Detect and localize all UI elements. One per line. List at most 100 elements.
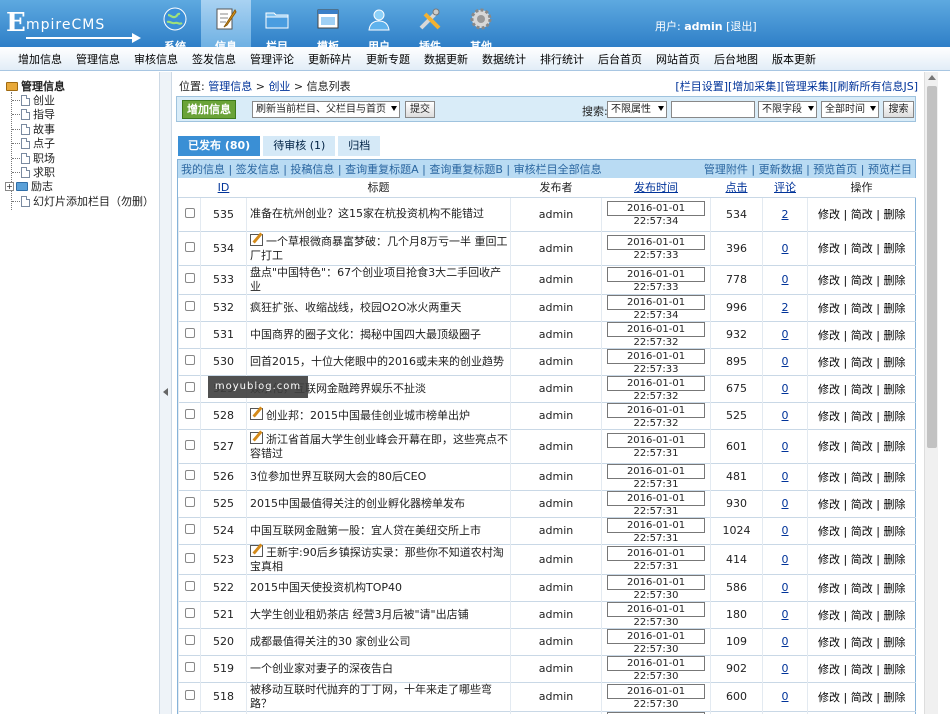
links-right-1[interactable]: 更新数据 <box>759 163 803 176</box>
simple-edit-link[interactable]: 简改 <box>851 356 873 369</box>
simple-edit-link[interactable]: 简改 <box>851 609 873 622</box>
row-comments-link[interactable]: 0 <box>782 524 789 537</box>
row-comments-link[interactable]: 0 <box>782 440 789 453</box>
row-checkbox[interactable] <box>184 241 195 252</box>
sidebar-splitter[interactable] <box>160 72 172 714</box>
row-title-link[interactable]: 一个创业家对妻子的深夜告白 <box>250 662 393 675</box>
topnav-item-1[interactable]: 信息 <box>201 0 251 53</box>
links-left-1[interactable]: 签发信息 <box>236 163 280 176</box>
tree-item-6[interactable]: + 励志 <box>5 178 53 194</box>
topnav-item-6[interactable]: 其他 <box>456 0 506 53</box>
row-comments-link[interactable]: 2 <box>782 208 789 221</box>
topnav-item-4[interactable]: 用户 <box>354 0 404 53</box>
manage-collect-link[interactable]: [管理采集] <box>781 80 834 93</box>
crumb-category[interactable]: 创业 <box>268 80 290 93</box>
menu-item-0[interactable]: 增加信息 <box>18 51 62 67</box>
expand-plus-icon[interactable]: + <box>5 181 14 191</box>
submit-button[interactable]: 提交 <box>405 101 435 118</box>
row-title-link[interactable]: 创业邦：2015中国最佳创业城市榜单出炉 <box>266 409 470 422</box>
row-comments-link[interactable]: 0 <box>782 328 789 341</box>
row-time-field[interactable]: 2016-01-01 22:57:30 <box>607 628 705 655</box>
row-title-link[interactable]: 一个草根微商暴富梦破：几个月8万亏一半 重回工厂打工 <box>250 235 508 262</box>
time-select[interactable]: 全部时间 <box>821 101 879 118</box>
clicks-column-header[interactable]: 点击 <box>710 178 763 198</box>
column-settings-link[interactable]: [栏目设置] <box>675 80 728 93</box>
simple-edit-link[interactable]: 简改 <box>851 691 873 704</box>
row-comments-link[interactable]: 0 <box>782 608 789 621</box>
row-time-field[interactable]: 2016-01-01 22:57:32 <box>607 402 705 429</box>
links-right-2[interactable]: 预览首页 <box>813 163 857 176</box>
row-time-field[interactable]: 2016-01-01 22:57:30 <box>607 574 705 601</box>
row-comments-link[interactable]: 0 <box>782 409 789 422</box>
links-right-3[interactable]: 预览栏目 <box>868 163 912 176</box>
delete-link[interactable]: 删除 <box>883 582 905 595</box>
scroll-thumb[interactable] <box>927 86 937 448</box>
menu-item-13[interactable]: 版本更新 <box>772 51 816 67</box>
delete-link[interactable]: 删除 <box>883 329 905 342</box>
row-comments-link[interactable]: 0 <box>782 273 789 286</box>
tree-item-3[interactable]: 点子 <box>12 135 55 151</box>
tab-2[interactable]: 归档 <box>338 136 381 156</box>
links-left-0[interactable]: 我的信息 <box>181 163 225 176</box>
delete-link[interactable]: 删除 <box>883 440 905 453</box>
edit-link[interactable]: 修改 <box>818 383 840 396</box>
row-time-field[interactable]: 2016-01-01 22:57:32 <box>607 375 705 402</box>
menu-item-1[interactable]: 管理信息 <box>76 51 120 67</box>
row-checkbox[interactable] <box>184 207 195 218</box>
row-time-field[interactable]: 2016-01-01 22:57:30 <box>607 683 705 710</box>
refresh-js-link[interactable]: [刷新所有信息JS] <box>833 80 918 93</box>
tab-0[interactable]: 已发布 (80) <box>178 136 261 156</box>
row-time-field[interactable]: 2016-01-01 22:57:31 <box>607 517 705 544</box>
row-title-link[interactable]: 疯狂扩张、收缩战线，校园O2O冰火两重天 <box>250 301 461 314</box>
edit-link[interactable]: 修改 <box>818 525 840 538</box>
links-right-0[interactable]: 管理附件 <box>704 163 748 176</box>
delete-link[interactable]: 删除 <box>883 498 905 511</box>
edit-link[interactable]: 修改 <box>818 636 840 649</box>
delete-link[interactable]: 删除 <box>883 525 905 538</box>
edit-link[interactable]: 修改 <box>818 329 840 342</box>
links-left-4[interactable]: 查询重复标题B <box>429 163 503 176</box>
row-comments-link[interactable]: 0 <box>782 690 789 703</box>
vertical-scrollbar[interactable] <box>924 72 938 714</box>
row-title-link[interactable]: 王新宇:90后乡镇探访实录：那些你不知道农村淘宝真相 <box>250 546 504 573</box>
id-column-header[interactable]: ID <box>200 178 247 198</box>
delete-link[interactable]: 删除 <box>883 356 905 369</box>
delete-link[interactable]: 删除 <box>883 663 905 676</box>
links-left-2[interactable]: 投稿信息 <box>290 163 334 176</box>
edit-link[interactable]: 修改 <box>818 471 840 484</box>
edit-link[interactable]: 修改 <box>818 609 840 622</box>
row-checkbox[interactable] <box>184 382 195 392</box>
row-time-field[interactable]: 2016-01-01 22:57:31 <box>607 546 705 572</box>
simple-edit-link[interactable]: 简改 <box>851 498 873 511</box>
row-title-link[interactable]: 盘点"中国特色"：67个创业项目抢食3大二手回收产业 <box>250 266 501 293</box>
simple-edit-link[interactable]: 简改 <box>851 329 873 342</box>
row-comments-link[interactable]: 0 <box>782 470 789 483</box>
edit-link[interactable]: 修改 <box>818 242 840 255</box>
simple-edit-link[interactable]: 简改 <box>851 663 873 676</box>
row-comments-link[interactable]: 0 <box>782 581 789 594</box>
row-comments-link[interactable]: 2 <box>782 301 789 314</box>
edit-link[interactable]: 修改 <box>818 208 840 221</box>
row-time-field[interactable]: 2016-01-01 22:57:33 <box>607 235 705 261</box>
add-collect-link[interactable]: [增加采集] <box>728 80 781 93</box>
row-title-link[interactable]: 大学生创业租奶茶店 经营3月后被"请"出店铺 <box>250 608 469 621</box>
edit-link[interactable]: 修改 <box>818 274 840 287</box>
row-time-field[interactable]: 2016-01-01 22:57:33 <box>607 266 705 293</box>
delete-link[interactable]: 删除 <box>883 609 905 622</box>
field-select[interactable]: 不限字段 <box>758 101 817 118</box>
menu-item-3[interactable]: 签发信息 <box>192 51 236 67</box>
delete-link[interactable]: 删除 <box>883 471 905 484</box>
simple-edit-link[interactable]: 简改 <box>851 208 873 221</box>
row-time-field[interactable]: 2016-01-01 22:57:34 <box>607 201 705 227</box>
row-time-field[interactable]: 2016-01-01 22:57:31 <box>607 463 705 490</box>
add-info-button[interactable]: 增加信息 <box>182 100 236 119</box>
logout-link[interactable]: [退出] <box>726 20 757 33</box>
menu-item-8[interactable]: 数据统计 <box>482 51 526 67</box>
row-title-link[interactable]: 浙江省首届大学生创业峰会开幕在即，这些亮点不容错过 <box>250 433 508 460</box>
edit-link[interactable]: 修改 <box>818 663 840 676</box>
row-comments-link[interactable]: 0 <box>782 497 789 510</box>
edit-link[interactable]: 修改 <box>818 356 840 369</box>
row-comments-link[interactable]: 0 <box>782 662 789 675</box>
simple-edit-link[interactable]: 简改 <box>851 440 873 453</box>
row-checkbox[interactable] <box>184 552 195 563</box>
